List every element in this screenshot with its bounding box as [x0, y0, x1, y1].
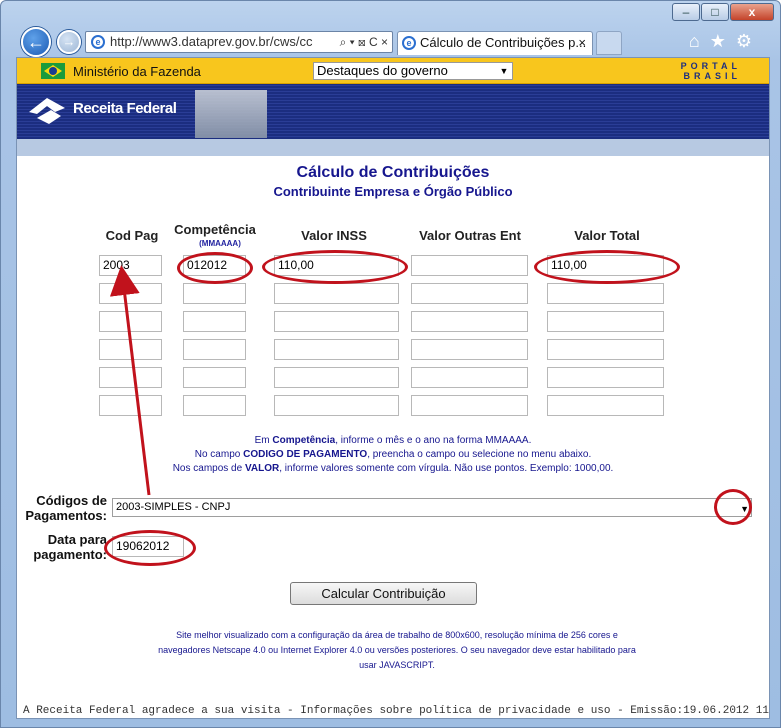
- data-label: Data para pagamento:: [33, 532, 107, 562]
- url-text: http://www3.dataprev.gov.br/cws/cc: [110, 34, 313, 49]
- col-header-competencia: Competência: [174, 222, 256, 237]
- maximize-button[interactable]: □: [701, 3, 729, 21]
- receita-header: Receita Federal: [17, 84, 769, 139]
- address-tools[interactable]: ⌕ ▾ ⊠ C ×: [340, 32, 388, 52]
- field-valor-outras-row4[interactable]: [411, 339, 528, 360]
- destaques-select[interactable]: Destaques do governo ▼: [313, 62, 513, 80]
- annotation-circle-competencia: [177, 252, 253, 284]
- minimize-button[interactable]: –: [672, 3, 700, 21]
- close-window-button[interactable]: x: [730, 3, 774, 21]
- tab-title: Cálculo de Contribuições p...: [420, 35, 587, 50]
- competencia-hint: (MMAAAA): [199, 239, 241, 248]
- field-cod-pag-row4[interactable]: [99, 339, 162, 360]
- ie-icon: e: [402, 36, 416, 50]
- page-footer-bar: A Receita Federal agradece a sua visita …: [23, 705, 769, 717]
- col-header-valor-outras: Valor Outras Ent: [419, 228, 521, 243]
- col-header-valor-total: Valor Total: [574, 228, 640, 243]
- col-header-valor-inss: Valor INSS: [301, 228, 367, 243]
- new-tab-button[interactable]: [596, 31, 622, 55]
- field-valor-outras-row2[interactable]: [411, 283, 528, 304]
- page-subtitle: Contribuinte Empresa e Órgão Público: [273, 184, 513, 199]
- note-line-2: No campo CODIGO DE PAGAMENTO, preencha o…: [194, 449, 592, 460]
- field-valor-inss-row4[interactable]: [274, 339, 399, 360]
- instructions: Em Competência, informe o mês e o ano na…: [17, 434, 769, 476]
- field-cod-pag-row3[interactable]: [99, 311, 162, 332]
- home-favorites-tools-icons[interactable]: ⌂★⚙: [689, 31, 762, 52]
- field-valor-inss-row2[interactable]: [274, 283, 399, 304]
- portal-line1: PORTAL: [680, 61, 741, 71]
- calcular-button[interactable]: Calcular Contribuição: [290, 582, 477, 605]
- browser-window: – □ x ← → e http://www3.dataprev.gov.br/…: [0, 0, 781, 728]
- footer-notice: Site melhor visualizado com a configuraç…: [57, 628, 737, 673]
- chevron-down-icon: ▼: [499, 66, 509, 76]
- field-competencia-row5[interactable]: [183, 367, 246, 388]
- codigos-label: Códigos de Pagamentos:: [25, 493, 107, 523]
- field-competencia-row2[interactable]: [183, 283, 246, 304]
- address-bar[interactable]: e http://www3.dataprev.gov.br/cws/cc ⌕ ▾…: [85, 31, 393, 53]
- header-subbar: [17, 139, 769, 156]
- field-competencia-row3[interactable]: [183, 311, 246, 332]
- receita-logo-icon: [29, 98, 65, 124]
- ministerio-link[interactable]: Ministério da Fazenda: [73, 64, 201, 79]
- destaques-value: Destaques do governo: [317, 63, 448, 78]
- footer-line-2: navegadores Netscape 4.0 ou Internet Exp…: [158, 645, 636, 655]
- window-controls: – □ x: [671, 3, 774, 21]
- portal-line2: BRASIL: [683, 71, 741, 81]
- brazil-flag-icon: [41, 63, 65, 79]
- footer-line-3: usar JAVASCRIPT.: [359, 660, 435, 670]
- field-valor-total-row4[interactable]: [547, 339, 664, 360]
- field-valor-inss-row6[interactable]: [274, 395, 399, 416]
- tab-close-icon[interactable]: ×: [578, 32, 586, 54]
- ie-icon: e: [91, 35, 105, 49]
- forward-button[interactable]: →: [57, 30, 81, 54]
- field-valor-total-row2[interactable]: [547, 283, 664, 304]
- field-valor-inss-row5[interactable]: [274, 367, 399, 388]
- field-valor-outras-row6[interactable]: [411, 395, 528, 416]
- note-line-1: Em Competência, informe o mês e o ano na…: [254, 435, 532, 446]
- gov-bar: Ministério da Fazenda Destaques do gover…: [17, 58, 769, 84]
- field-valor-total-row5[interactable]: [547, 367, 664, 388]
- field-valor-outras-row3[interactable]: [411, 311, 528, 332]
- field-cod-pag-row5[interactable]: [99, 367, 162, 388]
- page-title: Cálculo de Contribuições: [296, 164, 490, 181]
- annotation-circle-total: [534, 250, 680, 284]
- col-header-cod-pag: Cod Pag: [105, 228, 159, 243]
- building-image: [195, 90, 267, 138]
- back-button[interactable]: ←: [21, 27, 51, 57]
- receita-brand[interactable]: Receita Federal: [73, 100, 177, 117]
- footer-line-1: Site melhor visualizado com a configuraç…: [176, 630, 618, 640]
- page-content: Ministério da Fazenda Destaques do gover…: [16, 57, 770, 719]
- field-cod-pag-row2[interactable]: [99, 283, 162, 304]
- annotation-circle-inss: [262, 250, 408, 284]
- field-valor-inss-row3[interactable]: [274, 311, 399, 332]
- field-competencia-row6[interactable]: [183, 395, 246, 416]
- field-cod-pag-row1[interactable]: 2003: [99, 255, 162, 276]
- annotation-circle-data: [104, 530, 196, 566]
- field-cod-pag-row6[interactable]: [99, 395, 162, 416]
- field-valor-outras-row5[interactable]: [411, 367, 528, 388]
- codigos-value: 2003-SIMPLES - CNPJ: [116, 501, 231, 513]
- field-valor-outras-row1[interactable]: [411, 255, 528, 276]
- codigos-select[interactable]: 2003-SIMPLES - CNPJ ▼: [112, 498, 752, 517]
- annotation-circle-dropdown: [714, 489, 752, 525]
- portal-brasil-logo[interactable]: PORTAL BRASIL: [681, 61, 741, 81]
- note-line-3: Nos campos de VALOR, informe valores som…: [172, 463, 614, 474]
- tab-active[interactable]: e Cálculo de Contribuições p... ×: [397, 31, 593, 55]
- field-valor-total-row3[interactable]: [547, 311, 664, 332]
- annotation-arrow: [109, 265, 151, 496]
- field-valor-total-row6[interactable]: [547, 395, 664, 416]
- field-competencia-row4[interactable]: [183, 339, 246, 360]
